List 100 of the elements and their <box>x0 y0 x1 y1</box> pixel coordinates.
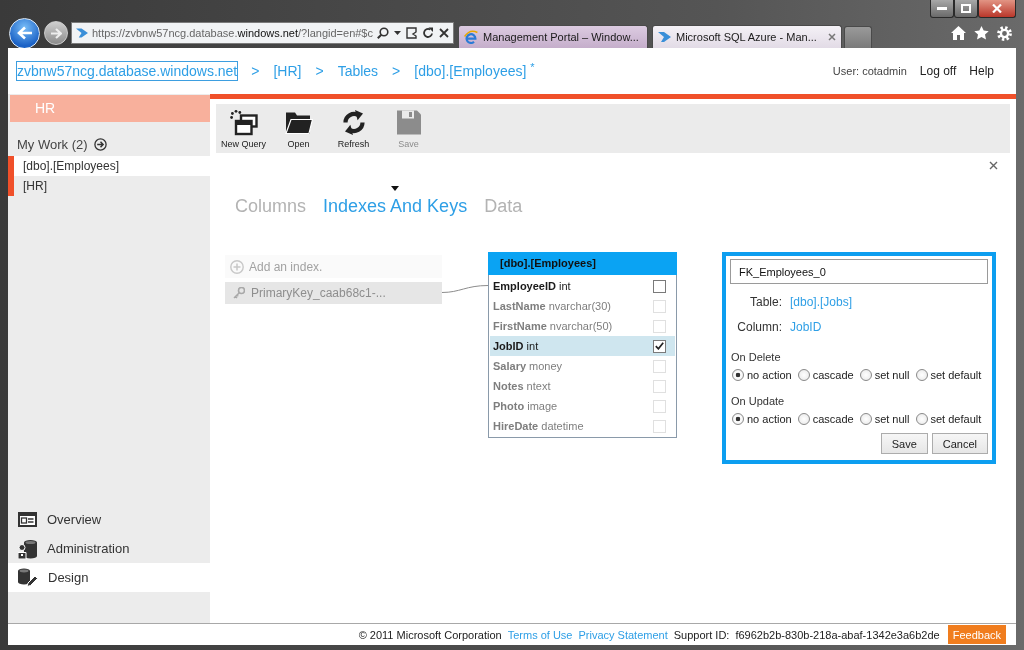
browser-tab[interactable]: Microsoft SQL Azure - Man... <box>652 25 842 48</box>
radio-label: cascade <box>812 413 854 425</box>
radio-button[interactable] <box>859 413 872 425</box>
column-name: JobID int <box>493 340 539 352</box>
column-row[interactable]: JobID int <box>490 336 675 356</box>
new-query-icon <box>229 109 258 136</box>
settings-icon[interactable] <box>997 25 1012 41</box>
radio-button[interactable] <box>732 413 744 425</box>
refresh-icon[interactable] <box>422 27 434 39</box>
footer-link[interactable]: Privacy Statement <box>578 628 668 641</box>
radio-button[interactable] <box>859 369 872 381</box>
copyright-text: © 2011 Microsoft Corporation <box>358 628 502 641</box>
key-name-field[interactable]: FK_Employees_0 <box>730 259 988 284</box>
my-work-item[interactable]: [dbo].[Employees] <box>8 156 210 176</box>
plus-circle-icon <box>230 259 244 274</box>
column-row[interactable]: EmployeeID int <box>490 276 675 296</box>
radio-button[interactable] <box>915 369 928 381</box>
close-icon[interactable] <box>828 33 836 41</box>
rule-label: On Delete <box>730 351 782 363</box>
column-name: Salary money <box>493 360 563 372</box>
breadcrumb-link[interactable]: [HR] <box>272 61 303 81</box>
site-icon <box>658 31 671 43</box>
forward-arrow-icon <box>50 27 62 39</box>
connector-line <box>442 284 488 294</box>
browser-tab[interactable]: Management Portal – Window... <box>458 25 648 48</box>
add-index-button[interactable]: Add an index. <box>225 255 442 278</box>
table-label: Table: <box>748 295 782 309</box>
radio-button[interactable] <box>732 369 744 381</box>
key-icon <box>233 287 245 299</box>
rule-label: On Update <box>730 395 786 407</box>
breadcrumb-separator: > <box>314 62 325 81</box>
address-bar[interactable]: https://zvbnw57ncg.database.windows.net/?langid=en#$c <box>71 22 454 44</box>
toolbar-button[interactable]: Refresh <box>326 104 381 153</box>
window-card-icon <box>18 512 37 527</box>
column-link[interactable]: JobID <box>790 320 822 334</box>
breadcrumb-separator: > <box>391 62 402 81</box>
e-logo-icon <box>464 30 478 44</box>
minimize-button[interactable] <box>930 0 954 18</box>
stop-icon[interactable] <box>439 28 449 38</box>
dialog-button[interactable]: Save <box>880 433 928 454</box>
back-arrow-icon <box>16 26 33 40</box>
forward-button[interactable] <box>44 21 68 45</box>
minimize-icon <box>937 7 947 10</box>
radio-button[interactable] <box>915 413 928 425</box>
radio-button[interactable] <box>797 413 810 425</box>
breadcrumb-link[interactable]: [dbo].[Employees] <box>413 61 528 81</box>
table-link[interactable]: [dbo].[Jobs] <box>790 295 853 309</box>
arrow-circle-icon[interactable] <box>93 137 107 151</box>
star-icon[interactable] <box>974 26 989 40</box>
radio-label: no action <box>747 413 792 425</box>
radio-label: cascade <box>812 369 854 381</box>
footer-link[interactable]: Terms of Use <box>507 628 573 641</box>
radio-label: set default <box>930 369 982 381</box>
checkbox[interactable] <box>653 339 666 353</box>
nav-item[interactable]: Overview <box>8 505 210 534</box>
checkbox[interactable] <box>653 279 666 293</box>
dialog-button[interactable]: Cancel <box>931 433 988 454</box>
home-icon[interactable] <box>951 26 966 40</box>
database-pencil-icon <box>18 567 38 588</box>
unsaved-mark: * <box>529 60 536 75</box>
address-text: https://zvbnw57ncg.database.windows.net/?langid=en#$c <box>91 27 373 39</box>
support-id: f6962b2b-830b-218a-abaf-1342e3a6b2de <box>735 628 940 641</box>
feedback-button[interactable]: Feedback <box>947 625 1006 644</box>
caret-icon[interactable] <box>394 31 401 35</box>
user-name: User: cotadmin <box>832 65 907 77</box>
radio-label: set default <box>930 413 982 425</box>
site-icon <box>76 27 88 39</box>
column-name: LastName nvarchar(30) <box>493 300 611 312</box>
table-card-header: [dbo].[Employees] <box>488 252 677 275</box>
toolbar-button[interactable]: Open <box>271 104 326 153</box>
column-name: EmployeeID int <box>493 280 571 292</box>
compatibility-view-icon[interactable] <box>406 27 417 39</box>
column-name: HireDate datetime <box>493 420 584 432</box>
close-icon <box>992 4 1002 13</box>
column-name: Notes ntext <box>493 380 551 392</box>
my-work-label: My Work (2) <box>17 136 88 152</box>
close-window-button[interactable] <box>978 0 1016 18</box>
designer-tab[interactable]: Indexes And Keys <box>323 194 468 218</box>
tab-indicator-icon <box>391 186 400 191</box>
radio-button[interactable] <box>797 369 810 381</box>
breadcrumb-link[interactable]: Tables <box>336 61 380 81</box>
nav-item[interactable]: Administration <box>8 534 210 563</box>
maximize-button[interactable] <box>954 0 978 18</box>
refresh-icon <box>340 109 367 136</box>
radio-label: set null <box>874 413 910 425</box>
back-button[interactable] <box>9 17 40 49</box>
new-tab-button[interactable] <box>844 26 872 48</box>
search-icon[interactable] <box>377 27 389 39</box>
checkmark-icon <box>655 342 664 350</box>
breadcrumb-link[interactable]: zvbnw57ncg.database.windows.net <box>16 61 239 81</box>
header-link[interactable]: Log off <box>919 64 957 78</box>
radio-label: set null <box>874 369 910 381</box>
nav-item[interactable]: Design <box>8 563 210 592</box>
index-item[interactable]: PrimaryKey_caab68c1-... <box>225 282 442 304</box>
my-work-item[interactable]: [HR] <box>8 176 210 196</box>
toolbar-button[interactable]: New Query <box>216 104 271 153</box>
column-name: Photo image <box>493 400 558 412</box>
header-link[interactable]: Help <box>969 64 994 78</box>
column-name: FirstName nvarchar(50) <box>493 320 613 332</box>
close-icon[interactable] <box>989 161 998 170</box>
